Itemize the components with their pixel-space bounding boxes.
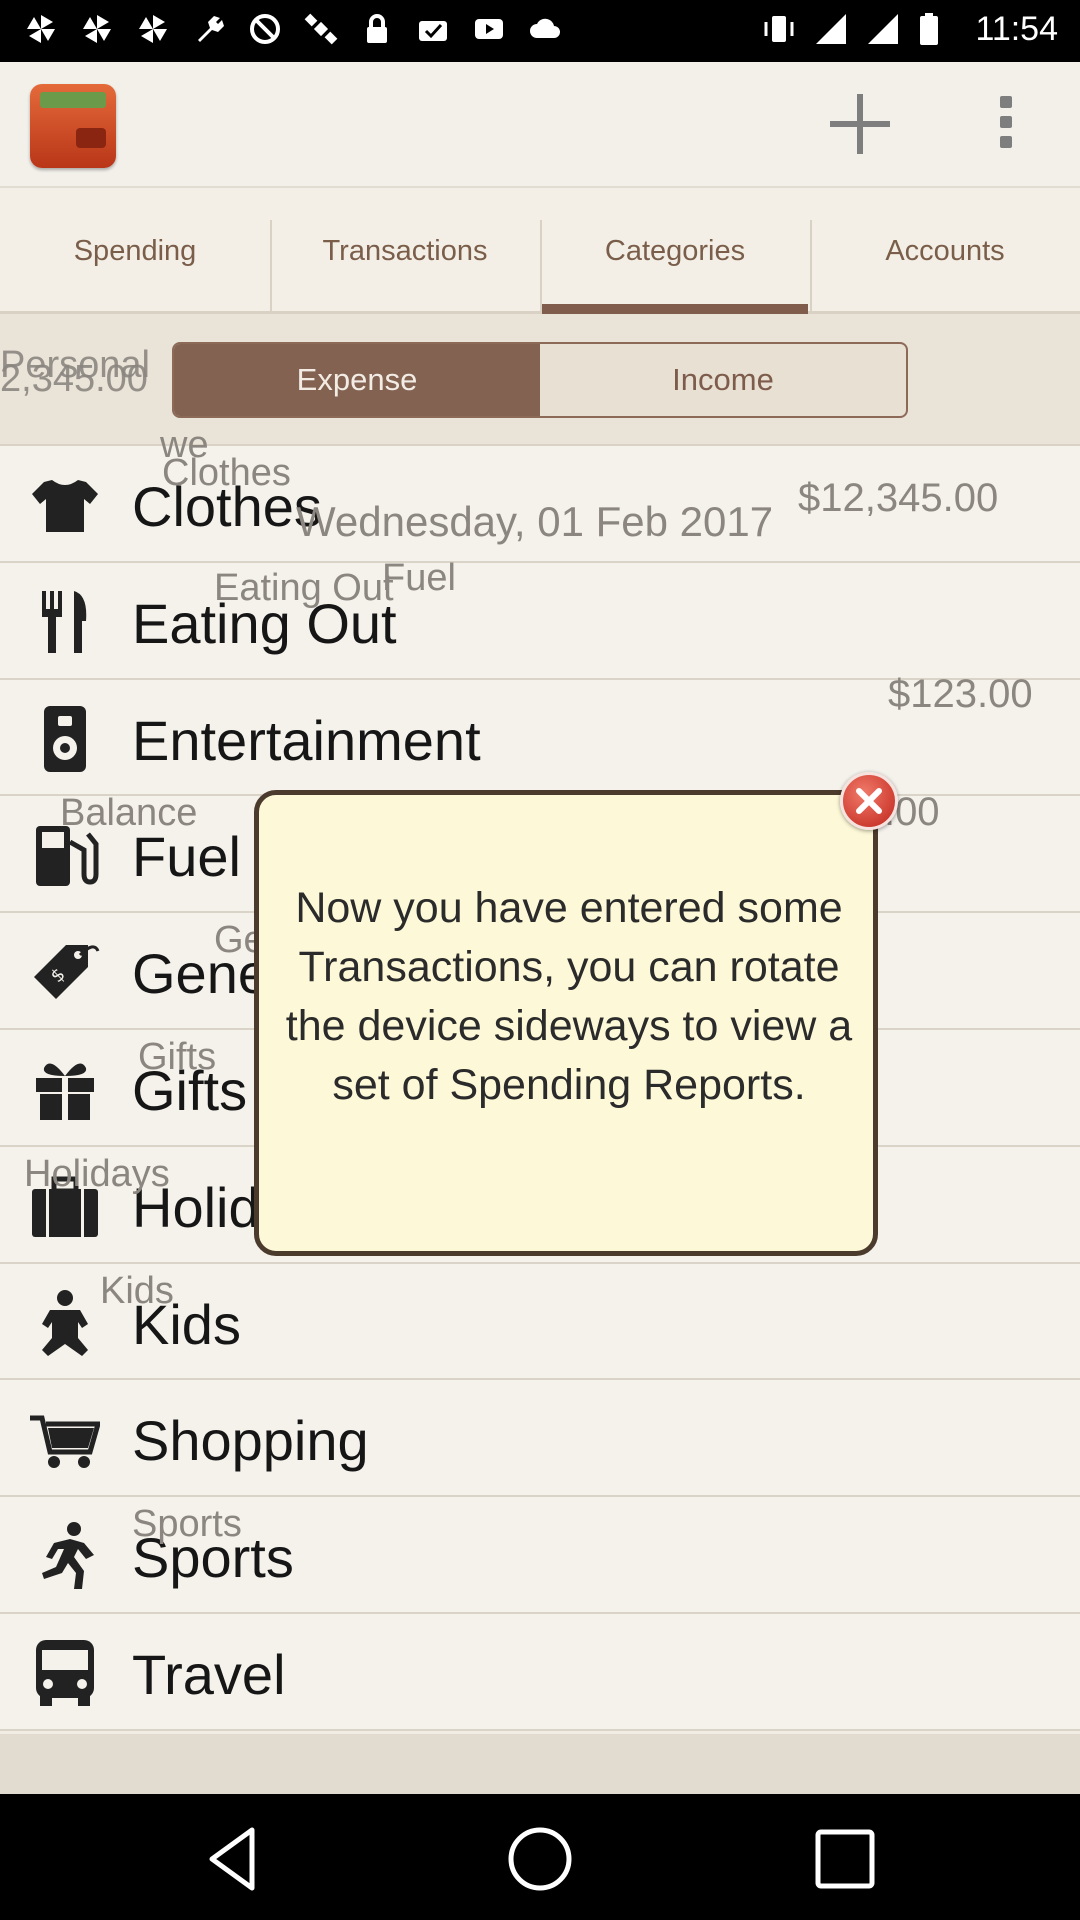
tab-transactions[interactable]: Transactions	[270, 188, 540, 314]
battery-icon	[920, 13, 938, 45]
ghost-amount-partial: 2,345.00	[0, 358, 148, 400]
expense-income-toggle: Expense Income	[172, 342, 908, 418]
cart-icon	[30, 1415, 100, 1469]
more-vert-dot	[1000, 136, 1012, 148]
list-item-sports[interactable]: Sports Sports	[0, 1497, 1080, 1614]
tab-bar: Spending Transactions Categories Account…	[0, 188, 1080, 314]
ghost-eating-out: Eating Out	[214, 566, 394, 609]
vibrate-icon	[764, 16, 794, 42]
signal-icon	[868, 14, 898, 44]
app-bar	[0, 62, 1080, 188]
wallet-logo-icon	[30, 84, 116, 168]
ghost-kids: Kids	[100, 1269, 174, 1312]
fork-knife-icon	[42, 590, 87, 653]
ghost-amount-1: $12,345.00	[798, 476, 999, 520]
baby-icon	[42, 1289, 88, 1356]
ghost-holidays: Holidays	[24, 1152, 170, 1195]
tab-categories[interactable]: Categories	[540, 188, 810, 314]
notification-icons	[24, 12, 562, 46]
tab-accounts[interactable]: Accounts	[810, 188, 1080, 314]
more-vert-dot	[1000, 116, 1012, 128]
ghost-amount-2: $123.00	[888, 671, 1033, 716]
list-item-clothes[interactable]: Clothes we Clothes Wednesday, 01 Feb 201…	[0, 424, 1080, 563]
status-time: 11:54	[975, 10, 1058, 48]
blocked-icon	[250, 14, 280, 44]
category-label: Shopping	[132, 1409, 369, 1473]
signal-icon	[816, 14, 846, 44]
speaker-icon	[44, 705, 86, 772]
system-icons	[762, 12, 940, 46]
navigation-bar	[0, 1794, 1080, 1920]
ghost-sports: Sports	[132, 1503, 242, 1546]
list-item-travel[interactable]: Travel	[0, 1613, 1080, 1731]
category-label: Entertainment	[132, 708, 481, 772]
plus-icon	[830, 94, 890, 154]
ghost-clothes: Clothes	[162, 452, 291, 494]
list-item-eating-out[interactable]: Eating Out Eating Out Fuel	[0, 557, 1080, 680]
task-icon	[419, 21, 447, 41]
pinwheel-icon	[139, 15, 167, 43]
add-button[interactable]	[824, 88, 896, 160]
ghost-fuel: Fuel	[382, 556, 456, 599]
price-tag-icon: $	[34, 945, 100, 1000]
status-bar: 11:54	[0, 0, 1080, 62]
expense-button[interactable]: Expense	[174, 344, 540, 416]
video-icon	[475, 19, 503, 39]
satellite-icon	[304, 13, 338, 45]
list-item-shopping[interactable]: Shopping	[0, 1380, 1080, 1498]
ghost-balance: Balance	[60, 792, 198, 835]
pinwheel-icon	[83, 15, 111, 43]
lock-icon	[367, 14, 387, 43]
home-icon[interactable]	[505, 1824, 575, 1894]
close-icon	[856, 788, 882, 814]
popup-message: Now you have entered some Transactions, …	[285, 884, 853, 1109]
list-item-kids[interactable]: Kids Kids	[0, 1263, 1080, 1381]
tip-popup: Now you have entered some Transactions, …	[254, 790, 878, 1256]
category-label: Travel	[132, 1642, 286, 1706]
runner-icon	[42, 1522, 94, 1590]
recents-icon[interactable]	[810, 1824, 880, 1894]
ghost-date: Wednesday, 01 Feb 2017	[296, 498, 774, 545]
bus-icon	[36, 1639, 94, 1706]
bottom-strip	[0, 1734, 1080, 1794]
tab-spending[interactable]: Spending	[0, 188, 270, 311]
shirt-icon	[32, 480, 98, 532]
wrench-icon	[198, 16, 224, 42]
cloud-icon	[530, 18, 560, 38]
back-icon[interactable]	[200, 1824, 270, 1894]
list-item-entertainment[interactable]: Entertainment $123.00	[0, 672, 1080, 797]
more-vert-icon	[1000, 96, 1012, 108]
income-button[interactable]: Income	[540, 344, 906, 416]
overflow-menu-button[interactable]	[986, 96, 1026, 156]
pinwheel-icon	[27, 15, 55, 43]
popup-close-button[interactable]	[840, 772, 898, 830]
ghost-gifts: Gifts	[138, 1035, 217, 1078]
gift-icon	[36, 1063, 94, 1120]
